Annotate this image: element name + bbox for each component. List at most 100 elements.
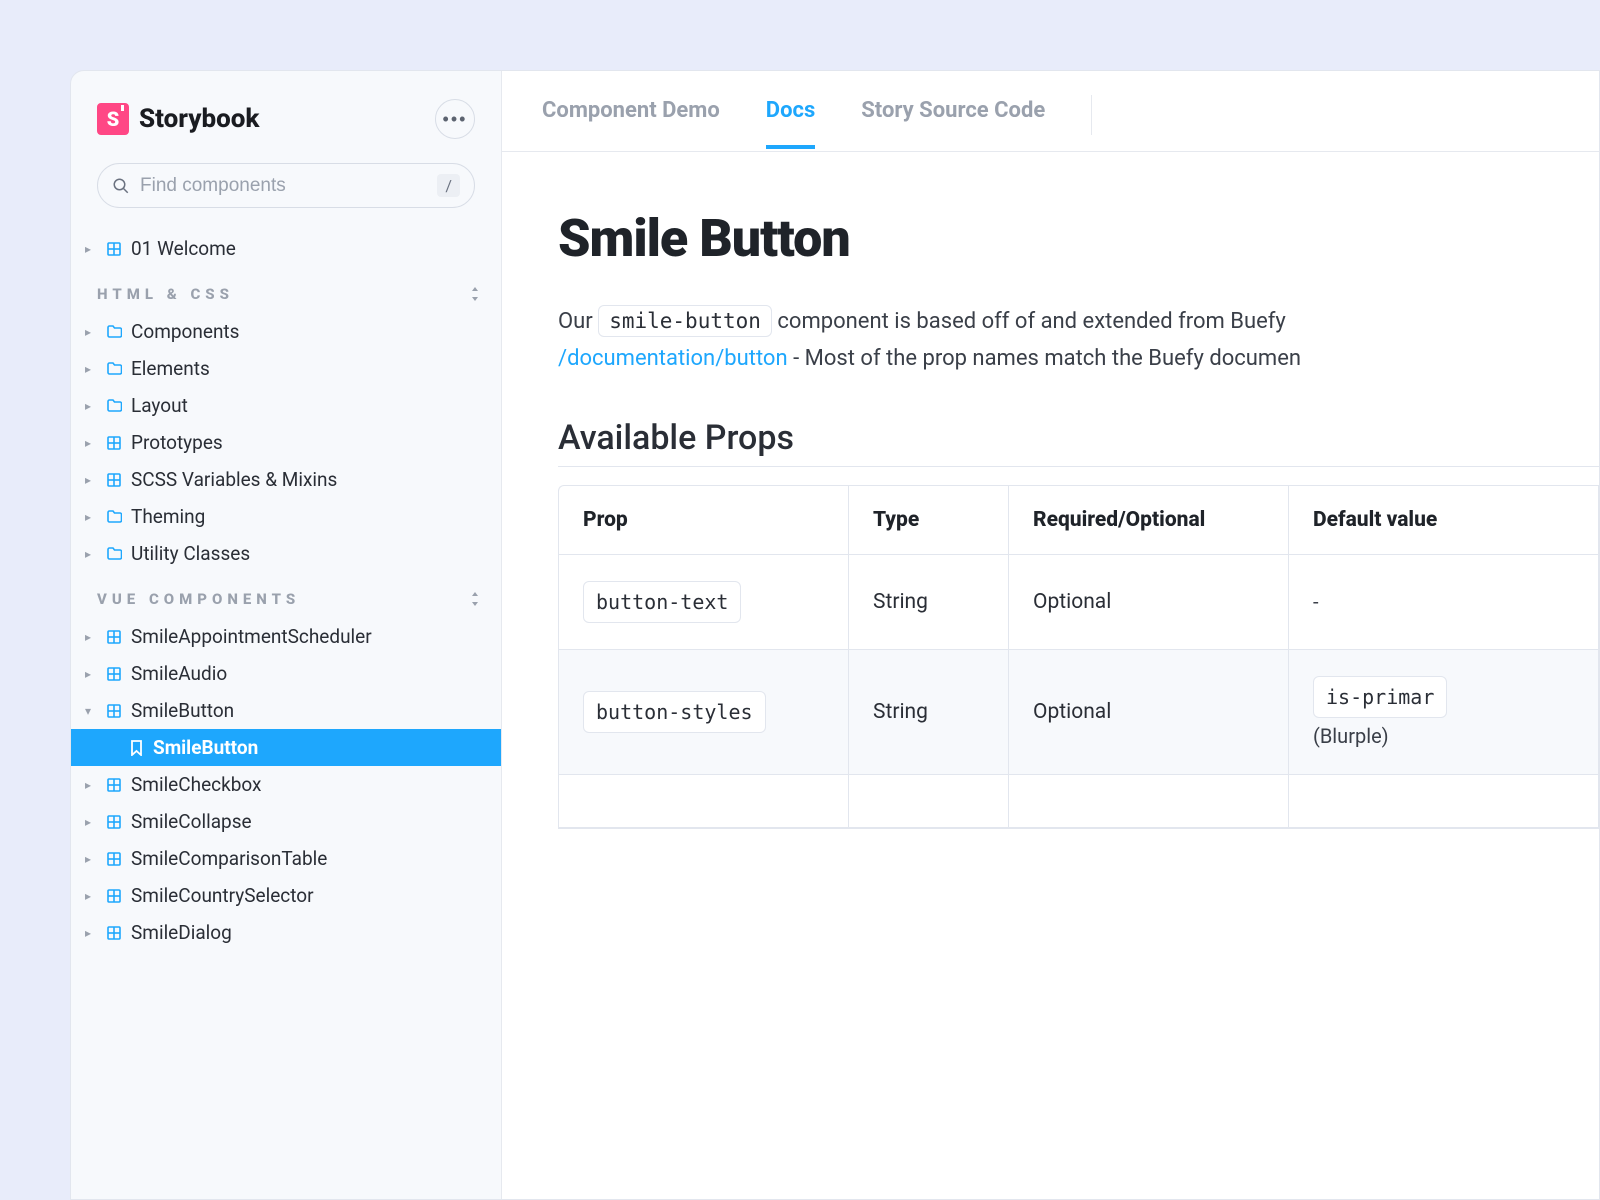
- sidebar-item-label: SmileAudio: [131, 662, 227, 685]
- caret-icon: ▸: [85, 362, 97, 376]
- cell-required: [1009, 775, 1289, 827]
- inline-code: smile-button: [598, 305, 772, 337]
- sidebar-item[interactable]: ▸ SCSS Variables & Mixins: [71, 461, 501, 498]
- caret-icon: ▸: [85, 667, 97, 681]
- section-header-vue[interactable]: VUE COMPONENTS: [71, 572, 501, 618]
- nav-tree: ▸ 01 Welcome HTML & CSS ▸ Components ▸ Elem…: [71, 230, 501, 951]
- grid-icon: [105, 704, 123, 718]
- sidebar-item-label: Elements: [131, 357, 210, 380]
- sidebar-item[interactable]: ▸ Utility Classes: [71, 535, 501, 572]
- props-heading: Available Props: [558, 418, 1599, 467]
- sidebar-item[interactable]: ▸ SmileAudio: [71, 655, 501, 692]
- sidebar-item-welcome[interactable]: ▸ 01 Welcome: [71, 230, 501, 267]
- sidebar-item-label: SmileComparisonTable: [131, 847, 327, 870]
- caret-icon: ▸: [85, 547, 97, 561]
- sidebar-item[interactable]: ▸ Components: [71, 313, 501, 350]
- sidebar-item-label: Components: [131, 320, 239, 343]
- sidebar: S Storybook ••• / ▸ 01 Welcome: [71, 71, 501, 1199]
- cell-prop: button-text: [559, 555, 849, 649]
- bookmark-icon: [127, 740, 145, 756]
- caret-icon: ▸: [85, 473, 97, 487]
- caret-icon: ▸: [85, 399, 97, 413]
- sidebar-item-label: 01 Welcome: [131, 237, 236, 260]
- folder-icon: [105, 547, 123, 560]
- sidebar-item[interactable]: ▸Prototypes: [71, 424, 501, 461]
- search-input-wrapper[interactable]: /: [97, 163, 475, 208]
- grid-icon: [105, 815, 123, 829]
- caret-icon: ▾: [85, 704, 97, 718]
- default-text: (Blurple): [1313, 724, 1574, 748]
- sidebar-item-label: SmileDialog: [131, 921, 232, 944]
- sidebar-item[interactable]: ▾ SmileButton: [71, 692, 501, 729]
- caret-icon: ▸: [85, 815, 97, 829]
- sidebar-item[interactable]: ▸ SmileAppointmentScheduler: [71, 618, 501, 655]
- col-type: Type: [849, 486, 1009, 554]
- cell-default: -: [1289, 555, 1599, 649]
- col-prop: Prop: [559, 486, 849, 554]
- sidebar-item-label: Utility Classes: [131, 542, 250, 565]
- search-icon: [112, 177, 130, 195]
- default-text: -: [1313, 590, 1574, 614]
- caret-icon: ▸: [85, 325, 97, 339]
- cell-type: [849, 775, 1009, 827]
- grid-icon: [105, 926, 123, 940]
- caret-right-icon: ▸: [85, 242, 97, 256]
- folder-icon: [105, 399, 123, 412]
- sidebar-item[interactable]: ▸ SmileComparisonTable: [71, 840, 501, 877]
- sidebar-item[interactable]: ▸ Theming: [71, 498, 501, 535]
- brand-name: Storybook: [139, 104, 260, 134]
- search-input[interactable]: [140, 175, 427, 197]
- search-container: /: [71, 163, 501, 230]
- sidebar-header: S Storybook •••: [71, 99, 501, 163]
- sidebar-item[interactable]: ▸ SmileCheckbox: [71, 766, 501, 803]
- sidebar-item-label: SmileCollapse: [131, 810, 252, 833]
- sidebar-menu-button[interactable]: •••: [435, 99, 475, 139]
- props-table: Prop Type Required/Optional Default valu…: [558, 485, 1599, 829]
- sidebar-item-label: SCSS Variables & Mixins: [131, 468, 337, 491]
- sidebar-item-label: SmileCheckbox: [131, 773, 261, 796]
- sidebar-item[interactable]: ▸ SmileCollapse: [71, 803, 501, 840]
- doc-link[interactable]: /documentation/button: [558, 346, 788, 371]
- doc-content: Smile Button Our smile-button component …: [502, 152, 1599, 829]
- sidebar-item[interactable]: ▸Layout: [71, 387, 501, 424]
- tab-bar: Component Demo Docs Story Source Code: [502, 71, 1599, 152]
- cell-default: is-primar (Blurple): [1289, 650, 1599, 774]
- code-pill: button-styles: [583, 691, 766, 733]
- sort-icon[interactable]: [469, 287, 481, 301]
- sidebar-item-label: SmileButton: [131, 699, 234, 722]
- sidebar-item-label: Theming: [131, 505, 205, 528]
- intro-paragraph: Our smile-button component is based off …: [558, 303, 1599, 378]
- tab-docs[interactable]: Docs: [766, 98, 815, 149]
- cell-default: [1289, 775, 1599, 827]
- caret-icon: ▸: [85, 510, 97, 524]
- intro-text: Our: [558, 309, 598, 334]
- sidebar-item[interactable]: ▸SmileCountrySelector: [71, 877, 501, 914]
- caret-icon: ▸: [85, 852, 97, 866]
- cell-prop: button-styles: [559, 650, 849, 774]
- sidebar-item[interactable]: ▸ Elements: [71, 350, 501, 387]
- folder-icon: [105, 325, 123, 338]
- grid-icon: [105, 778, 123, 792]
- sidebar-item-label: SmileAppointmentScheduler: [131, 625, 372, 648]
- caret-icon: ▸: [85, 926, 97, 940]
- grid-icon: [105, 630, 123, 644]
- sidebar-item-label: SmileButton: [153, 736, 258, 759]
- grid-icon: [105, 436, 123, 450]
- section-header-html-css[interactable]: HTML & CSS: [71, 267, 501, 313]
- search-shortcut-badge: /: [437, 174, 460, 197]
- tab-component-demo[interactable]: Component Demo: [542, 98, 720, 149]
- sidebar-item[interactable]: ▸ SmileDialog: [71, 914, 501, 951]
- grid-icon: [105, 852, 123, 866]
- sidebar-item-label: Prototypes: [131, 431, 223, 454]
- folder-icon: [105, 510, 123, 523]
- caret-icon: ▸: [85, 778, 97, 792]
- caret-icon: ▸: [85, 630, 97, 644]
- table-header-row: Prop Type Required/Optional Default valu…: [559, 486, 1599, 555]
- cell-required: Optional: [1009, 650, 1289, 774]
- tab-source-code[interactable]: Story Source Code: [861, 98, 1045, 149]
- sidebar-story-item[interactable]: SmileButton: [71, 729, 501, 766]
- code-pill: is-primar: [1313, 676, 1447, 718]
- folder-icon: [105, 362, 123, 375]
- sort-icon[interactable]: [469, 592, 481, 606]
- page-title: Smile Button: [558, 208, 1599, 269]
